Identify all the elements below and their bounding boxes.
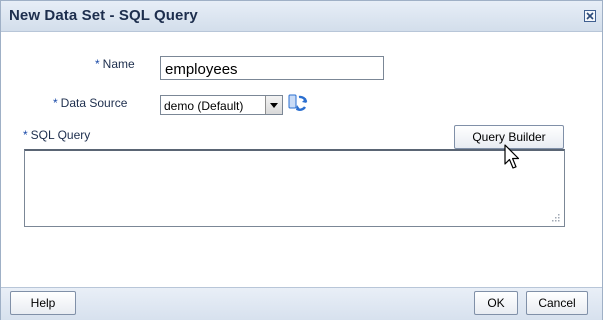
- help-button[interactable]: Help: [10, 291, 76, 315]
- data-source-selected-value: demo (Default): [164, 99, 244, 113]
- data-source-select[interactable]: demo (Default): [160, 95, 283, 115]
- close-button[interactable]: [584, 10, 596, 22]
- sql-query-label: * SQL Query: [23, 128, 90, 142]
- name-input[interactable]: [160, 56, 384, 80]
- dialog-title: New Data Set - SQL Query: [9, 7, 198, 24]
- cancel-button[interactable]: Cancel: [526, 291, 588, 315]
- refresh-icon[interactable]: [287, 92, 309, 114]
- data-source-label: * Data Source: [53, 96, 127, 110]
- mouse-pointer-icon: [504, 144, 520, 169]
- required-mark: *: [95, 57, 100, 71]
- data-source-label-text: Data Source: [60, 96, 128, 110]
- new-data-set-dialog: New Data Set - SQL Query *Name *Data Sou…: [0, 0, 603, 320]
- chevron-down-icon[interactable]: [265, 96, 282, 114]
- resize-grip-icon[interactable]: [551, 213, 561, 223]
- name-label: * Name: [95, 57, 135, 71]
- close-icon: [586, 12, 594, 20]
- ok-button[interactable]: OK: [474, 291, 518, 315]
- sql-query-label-text: SQL Query: [30, 128, 91, 142]
- dialog-footer: Help OK Cancel: [1, 287, 602, 320]
- dialog-titlebar: New Data Set - SQL Query: [1, 1, 602, 32]
- required-mark: *: [53, 96, 58, 110]
- name-label-text: Name: [102, 57, 135, 71]
- required-mark: *: [23, 128, 28, 142]
- sql-query-textarea[interactable]: [24, 149, 565, 227]
